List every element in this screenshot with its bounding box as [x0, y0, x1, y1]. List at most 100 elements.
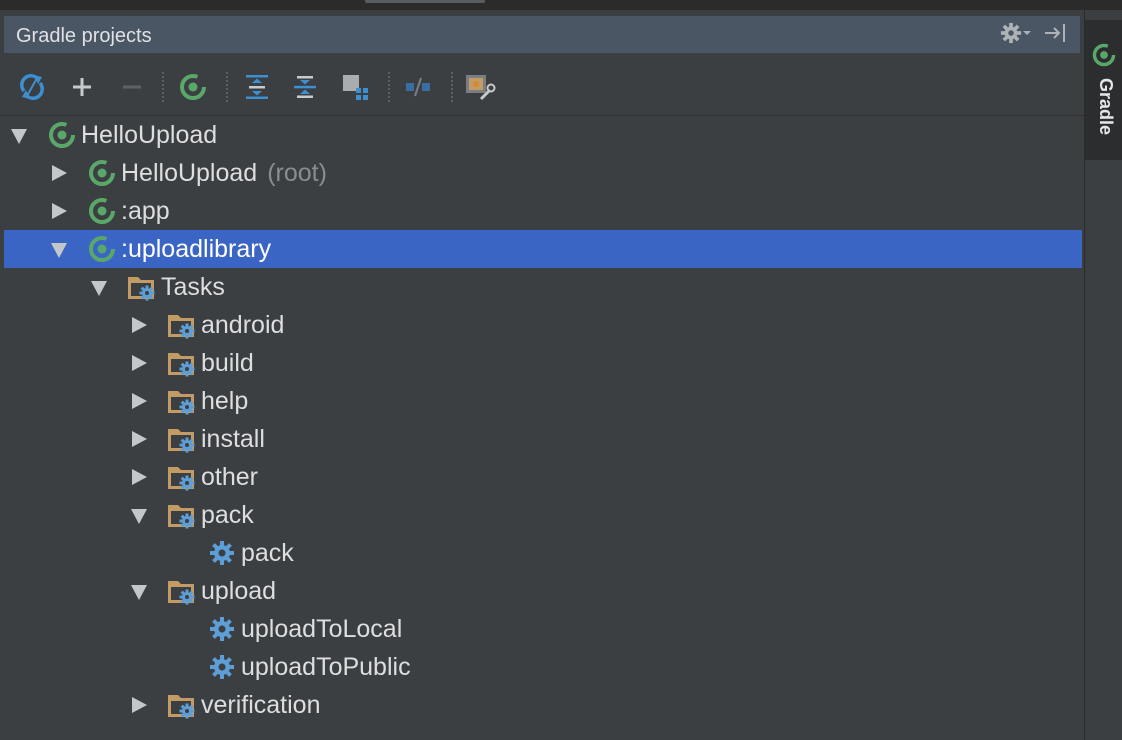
chevron-down-icon	[1023, 31, 1031, 35]
expand-arrow-icon[interactable]	[132, 431, 147, 447]
tree-row[interactable]: install	[4, 420, 1082, 458]
tree-row[interactable]: other	[4, 458, 1082, 496]
tree-row[interactable]: build	[4, 344, 1082, 382]
tree-row-label: upload	[201, 577, 276, 606]
tree-row[interactable]: upload	[4, 572, 1082, 610]
gradle-icon	[1092, 43, 1116, 67]
settings-gear-dropdown[interactable]	[1000, 22, 1032, 44]
tree-row-text: pack	[241, 539, 294, 567]
tree-row-text: HelloUpload	[121, 159, 258, 187]
execute-gradle-task-button[interactable]	[176, 70, 210, 104]
gradle-settings-icon	[466, 75, 496, 101]
collapse-all-icon	[294, 76, 316, 98]
tree-row-text: install	[201, 425, 265, 453]
tree-row[interactable]: HelloUpload (root)	[4, 154, 1082, 192]
expand-all-icon	[246, 75, 268, 99]
tree-row[interactable]: HelloUpload	[4, 116, 1082, 154]
tree-row-label: :uploadlibrary	[121, 235, 271, 264]
panel-header: Gradle projects	[4, 16, 1080, 53]
tree-row-label: :app	[121, 197, 170, 226]
remove-icon	[123, 85, 141, 89]
tree-row-text: android	[201, 311, 285, 339]
refresh-icon	[20, 74, 44, 100]
tree-row-label: verification	[201, 691, 321, 720]
expand-arrow-icon[interactable]	[132, 393, 147, 409]
task-folder-icon	[167, 348, 197, 378]
tree-row-suffix: (root)	[267, 159, 327, 187]
editor-tab-edge	[365, 0, 485, 3]
expand-arrow-icon[interactable]	[132, 469, 147, 485]
task-folder-icon	[167, 310, 197, 340]
gradle-icon	[47, 120, 77, 150]
remove-button[interactable]	[115, 70, 149, 104]
task-folder-icon	[127, 272, 157, 302]
gear-icon	[1000, 22, 1022, 44]
tree-row[interactable]: verification	[4, 686, 1082, 724]
tree-row[interactable]: uploadToPublic	[4, 648, 1082, 686]
tree-row[interactable]: pack	[4, 534, 1082, 572]
tree-row-text: upload	[201, 577, 277, 605]
tree-row-text: help	[201, 387, 249, 415]
toolbar-separator	[162, 72, 164, 102]
gradle-tool-window-tab[interactable]: Gradle	[1085, 20, 1122, 160]
collapse-all-button[interactable]	[288, 70, 322, 104]
tree-row-label: Tasks	[161, 273, 225, 302]
task-folder-icon	[167, 386, 197, 416]
right-tool-stripe: Gradle	[1084, 10, 1122, 740]
tree-row[interactable]: uploadToLocal	[4, 610, 1082, 648]
panel-title: Gradle projects	[16, 25, 152, 47]
tree-row[interactable]: help	[4, 382, 1082, 420]
tree-row-label: other	[201, 463, 258, 492]
tree-row-text: HelloUpload	[81, 121, 218, 149]
task-folder-icon	[167, 462, 197, 492]
refresh-button[interactable]	[15, 70, 49, 104]
tree-row-label: uploadToLocal	[241, 615, 402, 644]
group-modules-button[interactable]	[338, 70, 372, 104]
tree-row[interactable]: :app	[4, 192, 1082, 230]
add-icon	[73, 78, 91, 96]
gradle-icon	[87, 234, 117, 264]
task-folder-icon	[167, 500, 197, 530]
tree-row-label: pack	[241, 539, 294, 568]
tree-row-text: :app	[121, 197, 170, 225]
expand-arrow-icon[interactable]	[52, 165, 67, 181]
hide-panel-icon[interactable]	[1044, 22, 1068, 44]
tree-row[interactable]: Tasks	[4, 268, 1082, 306]
tree-row[interactable]: android	[4, 306, 1082, 344]
gradle-execute-icon	[180, 74, 206, 100]
collapse-arrow-icon[interactable]	[11, 129, 27, 144]
expand-arrow-icon[interactable]	[132, 355, 147, 371]
gradle-toolbar	[0, 58, 1084, 116]
tree-row-text: uploadToPublic	[241, 653, 411, 681]
tree-row-label: uploadToPublic	[241, 653, 411, 682]
task-gear-icon	[207, 538, 237, 568]
collapse-arrow-icon[interactable]	[131, 509, 147, 524]
tree-row-text: uploadToLocal	[241, 615, 403, 643]
task-folder-icon	[167, 424, 197, 454]
tree-row-label: android	[201, 311, 284, 340]
tree-row-text: pack	[201, 501, 254, 529]
tree-row-label: pack	[201, 501, 254, 530]
task-gear-icon	[207, 614, 237, 644]
task-gear-icon	[207, 652, 237, 682]
tree-row-text: :uploadlibrary	[121, 235, 272, 263]
toolbar-separator	[226, 72, 228, 102]
collapse-arrow-icon[interactable]	[51, 243, 67, 258]
expand-arrow-icon[interactable]	[52, 203, 67, 219]
gradle-icon	[87, 196, 117, 226]
expand-arrow-icon[interactable]	[132, 317, 147, 333]
tree-row-text: Tasks	[161, 273, 225, 301]
gradle-settings-button[interactable]	[463, 70, 497, 104]
tree-row-text: verification	[201, 691, 321, 719]
toggle-offline-mode-button[interactable]	[401, 70, 435, 104]
tree-row[interactable]: :uploadlibrary	[4, 230, 1082, 268]
collapse-arrow-icon[interactable]	[91, 281, 107, 296]
top-strip	[0, 0, 1122, 10]
tree-row-text: build	[201, 349, 254, 377]
add-button[interactable]	[65, 70, 99, 104]
expand-arrow-icon[interactable]	[132, 697, 147, 713]
tree-row[interactable]: pack	[4, 496, 1082, 534]
collapse-arrow-icon[interactable]	[131, 585, 147, 600]
expand-all-button[interactable]	[240, 70, 274, 104]
gradle-icon	[87, 158, 117, 188]
